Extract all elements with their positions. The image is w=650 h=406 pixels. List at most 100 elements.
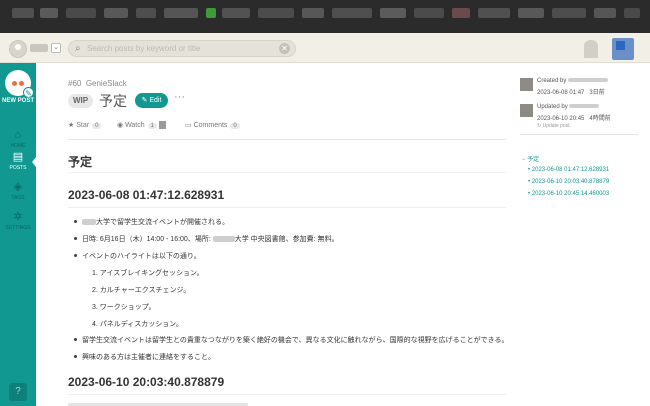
- browser-tab[interactable]: [452, 8, 470, 18]
- avatar[interactable]: [520, 104, 533, 117]
- post-number: #60: [68, 79, 82, 88]
- bullet: [74, 254, 77, 257]
- browser-tab-bar: [0, 0, 650, 33]
- update-note-text: Update post.: [542, 123, 571, 129]
- bullet: [74, 237, 77, 240]
- browser-tab[interactable]: [206, 8, 216, 18]
- sidebar-item-label: TAGS: [11, 195, 25, 201]
- browser-tab[interactable]: [12, 8, 34, 18]
- list-item: 興味のある方は主催者に連絡をすること。: [82, 354, 215, 361]
- created-by: Created by: [537, 78, 609, 84]
- sidebar-item-settings[interactable]: ✲ SETTINGS: [0, 207, 36, 237]
- browser-tab[interactable]: [40, 8, 58, 18]
- star-count: 0: [92, 123, 102, 129]
- list-item: 大学で留学生交流イベントが開催される。: [82, 217, 229, 227]
- updated-by: Updated by: [537, 104, 600, 110]
- post-category[interactable]: GenieSlack: [86, 79, 127, 88]
- toc-item-label: 2023-06-10 20:45:14.460003: [531, 191, 610, 197]
- redacted-text: [212, 236, 235, 243]
- browser-tab[interactable]: [104, 8, 128, 18]
- created-date-row: 2023-06-08 01:47 3日前: [537, 87, 605, 96]
- redacted-text: [82, 219, 96, 226]
- eye-icon: ◉: [117, 122, 124, 129]
- browser-tab[interactable]: [552, 8, 586, 18]
- toc-item-label: 予定: [527, 157, 540, 163]
- toc-item[interactable]: • 2023-06-10 20:45:14.460003: [528, 191, 609, 197]
- list-item: 1. アイスブレイキングセッション。: [92, 270, 204, 277]
- browser-tab[interactable]: [66, 8, 96, 18]
- list-item: 日時: 6月16日（木）14:00 - 16:00、場所: 大学 中央図書館、参…: [82, 234, 339, 244]
- list-item: 3. ワークショップ。: [92, 304, 156, 311]
- created-date: 2023-06-08 01:47: [537, 90, 585, 96]
- comments-button[interactable]: ▭ Comments 0: [185, 121, 240, 129]
- divider: [68, 139, 506, 140]
- clear-search-icon[interactable]: ✕: [279, 43, 290, 54]
- sidebar-item-label: SETTINGS: [5, 225, 31, 231]
- browser-tab[interactable]: [136, 8, 156, 18]
- comments-count: 0: [230, 123, 240, 129]
- toc-item[interactable]: − 予定: [522, 154, 539, 163]
- comments-label: Comments: [193, 122, 228, 129]
- gear-icon: ✲: [13, 211, 23, 223]
- redacted-text: [568, 78, 609, 83]
- update-note: ↻ Update post.: [537, 123, 571, 129]
- search-input[interactable]: Search posts by keyword or title: [87, 44, 200, 53]
- logo-eye: [19, 81, 24, 86]
- list-item: 2. カルチャーエクスチェンジ。: [92, 287, 191, 294]
- post-meta: #60 GenieSlack: [68, 79, 127, 88]
- more-menu-button[interactable]: ···: [174, 91, 185, 103]
- browser-tab[interactable]: [518, 8, 544, 18]
- search-box[interactable]: ⌕ Search posts by keyword or title ✕: [68, 40, 296, 57]
- comment-icon: ▭: [185, 122, 192, 129]
- watch-label: Watch: [125, 122, 145, 129]
- heading-h1: 予定: [68, 155, 93, 169]
- tags-icon: ◈: [13, 181, 23, 193]
- avatar[interactable]: [612, 38, 634, 60]
- list-item: 4. パネルディスカッション。: [92, 321, 183, 328]
- browser-tab[interactable]: [302, 8, 324, 18]
- toc-item[interactable]: • 2023-06-10 20:03:40.878879: [528, 179, 609, 185]
- team-name[interactable]: [30, 44, 48, 52]
- brand-logo[interactable]: ✎: [5, 70, 34, 98]
- list-item: イベントのハイライトは以下の通り。: [82, 253, 201, 260]
- bullet: [74, 355, 77, 358]
- sidebar-item-posts[interactable]: ▤ POSTS: [0, 147, 36, 177]
- browser-tab[interactable]: [380, 8, 406, 18]
- chevron-down-icon[interactable]: ⌄: [51, 43, 61, 53]
- toc-item[interactable]: • 2023-06-08 01:47:12.628931: [528, 167, 609, 173]
- new-post-button[interactable]: NEW POST: [0, 98, 36, 104]
- avatar[interactable]: [520, 78, 533, 91]
- search-icon: ⌕: [75, 43, 81, 54]
- watch-count: 1: [147, 123, 157, 129]
- browser-tab[interactable]: [478, 8, 510, 18]
- browser-tab[interactable]: [332, 8, 372, 18]
- toc-item-label: 2023-06-10 20:03:40.878879: [531, 179, 610, 185]
- star-button[interactable]: ★ Star 0: [68, 121, 102, 129]
- watch-button[interactable]: ◉ Watch 1: [117, 121, 166, 130]
- post-view: #60 GenieSlack WIP 予定 ✎ Edit ··· ★ Star 0…: [36, 63, 650, 406]
- page-title: 予定: [99, 93, 127, 109]
- team-logo[interactable]: [9, 40, 27, 58]
- redacted-text: [569, 104, 600, 109]
- home-icon: ⌂: [14, 129, 22, 141]
- browser-tab[interactable]: [594, 8, 616, 18]
- list-item-text: 日時: 6月16日（木）14:00 - 16:00、場所:: [82, 236, 211, 243]
- edit-button[interactable]: ✎ Edit: [135, 93, 168, 108]
- sidebar-item-tags[interactable]: ◈ TAGS: [0, 177, 36, 207]
- divider: [68, 207, 506, 208]
- divider: [520, 134, 638, 135]
- browser-tab[interactable]: [624, 8, 640, 18]
- browser-tab[interactable]: [414, 8, 444, 18]
- edit-label: Edit: [149, 97, 162, 104]
- help-button[interactable]: ?: [9, 383, 27, 401]
- watcher-avatar: [158, 121, 166, 130]
- browser-tab[interactable]: [258, 8, 294, 18]
- list-item-text: 大学 中央図書館、参加費: 無料。: [234, 236, 339, 243]
- bullet: [74, 220, 77, 223]
- list-item: 留学生交流イベントは留学生との貴重なつながりを築く絶好の機会で、異なる文化に触れ…: [82, 337, 509, 344]
- sidebar: ✎ NEW POST ⌂ HOME ▤ POSTS ◈ TAGS ✲ SETTI…: [0, 63, 36, 406]
- door-icon[interactable]: [584, 40, 598, 58]
- browser-tab[interactable]: [164, 8, 198, 18]
- toc-item-label: 2023-06-08 01:47:12.628931: [531, 167, 610, 173]
- browser-tab[interactable]: [222, 8, 250, 18]
